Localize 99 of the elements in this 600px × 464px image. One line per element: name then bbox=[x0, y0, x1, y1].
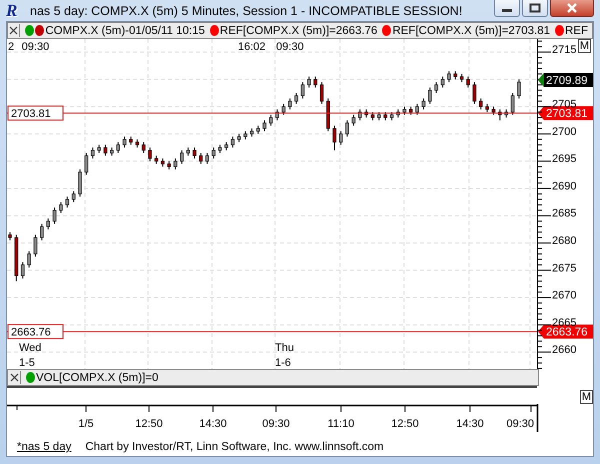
axis-label: 2685 bbox=[552, 208, 576, 220]
candlestick bbox=[434, 82, 438, 94]
candlestick bbox=[212, 147, 216, 159]
candlestick bbox=[230, 136, 234, 148]
candlestick bbox=[72, 190, 76, 203]
axis-label: 11:10 bbox=[328, 418, 354, 430]
candlestick bbox=[314, 76, 318, 88]
date-label: 1-5 bbox=[19, 357, 35, 369]
candlestick bbox=[104, 144, 108, 156]
candlestick bbox=[262, 120, 266, 132]
candlestick bbox=[300, 82, 304, 99]
candlestick bbox=[84, 152, 88, 176]
axis-label: 2715 bbox=[552, 44, 576, 56]
axis-label: 14:30 bbox=[456, 418, 484, 430]
axis-label: 09:30 bbox=[506, 418, 534, 430]
day-label: Wed bbox=[19, 342, 42, 354]
candlestick bbox=[510, 92, 514, 116]
candlestick bbox=[288, 98, 292, 110]
price-label: 2703.81 bbox=[8, 106, 64, 121]
candlestick bbox=[517, 78, 521, 99]
candlestick bbox=[116, 142, 120, 154]
candlestick bbox=[174, 158, 178, 170]
candlestick bbox=[142, 142, 146, 154]
candlestick bbox=[294, 92, 298, 104]
candlestick bbox=[447, 70, 451, 83]
candlestick bbox=[27, 250, 31, 268]
credit-text: Chart by Investor/RT, Linn Software, Inc. www.linnsoft.com bbox=[85, 441, 384, 453]
candlestick bbox=[148, 147, 152, 162]
candlestick bbox=[332, 125, 336, 151]
candlestick bbox=[320, 82, 324, 104]
legend-text: COMPX.X (5m)-01/05/11 10:15 bbox=[45, 24, 205, 36]
candlestick bbox=[440, 76, 444, 88]
window-title: nas 5 day: COMPX.X (5m) 5 Minutes, Session 1 - INCOMPATIBLE SESSION! bbox=[30, 4, 464, 18]
candlestick bbox=[282, 103, 286, 116]
close-icon bbox=[9, 26, 18, 35]
candlestick bbox=[192, 147, 196, 159]
candlestick bbox=[472, 82, 476, 104]
axis-label: 14:30 bbox=[199, 418, 227, 430]
candlestick bbox=[415, 103, 419, 116]
time-label: 09:30 bbox=[22, 41, 50, 53]
candlestick bbox=[345, 120, 350, 138]
axis-label: 2700 bbox=[552, 126, 576, 138]
candlestick bbox=[339, 130, 343, 146]
ref-line-label: 2703.81 bbox=[11, 108, 51, 120]
close-icon bbox=[10, 373, 18, 382]
close-button[interactable] bbox=[8, 24, 20, 37]
legend-text: REF[COMPX.X (5m)]=2703.81 bbox=[392, 24, 550, 36]
chart-tab[interactable]: *nas 5 day bbox=[17, 441, 72, 453]
ref-line-label: 2663.76 bbox=[11, 326, 51, 339]
candlestick bbox=[479, 98, 483, 110]
axis-label: 12:50 bbox=[391, 418, 419, 430]
candlestick bbox=[59, 202, 63, 214]
legend-text: VOL[COMPX.X (5m)]=0 bbox=[36, 372, 158, 384]
price-label: 2663.76 bbox=[8, 324, 64, 340]
maximize-icon bbox=[529, 2, 541, 12]
legend-text: REF[COMPX.X (5m)]=2663.76 bbox=[220, 24, 378, 36]
candlestick bbox=[46, 218, 50, 230]
candlestick bbox=[307, 76, 311, 88]
candlestick bbox=[122, 136, 126, 148]
time-label: 09:30 bbox=[276, 41, 304, 53]
axis-label: 2670 bbox=[552, 290, 576, 302]
close-button[interactable] bbox=[550, 0, 594, 17]
candlestick bbox=[352, 114, 356, 126]
date-label: 1-6 bbox=[275, 357, 291, 369]
candlestick bbox=[52, 207, 56, 224]
candlestick bbox=[78, 168, 82, 198]
axis-label: 2660 bbox=[552, 344, 576, 356]
time-label: 16:02 bbox=[238, 41, 266, 53]
candlestick bbox=[90, 147, 95, 159]
axis-label: 09:30 bbox=[262, 418, 290, 430]
close-icon bbox=[566, 2, 578, 12]
mode-button[interactable]: M bbox=[580, 390, 593, 404]
axis-label: 12:50 bbox=[135, 418, 163, 430]
candlestick bbox=[269, 114, 273, 126]
mode-button[interactable]: M bbox=[578, 39, 591, 53]
candlestick bbox=[20, 262, 25, 279]
app-logo: R bbox=[6, 0, 18, 20]
day-label: Thu bbox=[275, 342, 294, 354]
candlestick bbox=[422, 98, 426, 110]
axis-label: 2675 bbox=[552, 262, 576, 274]
legend-text: REF bbox=[565, 24, 588, 36]
candlestick bbox=[180, 150, 184, 164]
close-button[interactable] bbox=[8, 371, 21, 384]
last-price-tag: 2709.89 bbox=[538, 72, 593, 87]
candlestick bbox=[428, 87, 432, 104]
axis-label: 1/5 bbox=[78, 418, 94, 430]
time-label: 2 bbox=[8, 41, 14, 53]
axis-label: 2690 bbox=[552, 180, 576, 192]
axis-label: 2695 bbox=[552, 153, 576, 166]
candlestick bbox=[199, 152, 203, 164]
candlestick bbox=[40, 223, 44, 241]
axis-label: 2680 bbox=[552, 235, 576, 247]
maximize-button[interactable] bbox=[522, 0, 548, 17]
candlestick bbox=[34, 234, 38, 258]
minimize-button[interactable] bbox=[494, 0, 520, 17]
candlestick bbox=[466, 76, 470, 88]
price-tag: 2663.76 bbox=[538, 324, 593, 339]
candlestick bbox=[65, 196, 70, 208]
candlestick bbox=[205, 152, 210, 164]
